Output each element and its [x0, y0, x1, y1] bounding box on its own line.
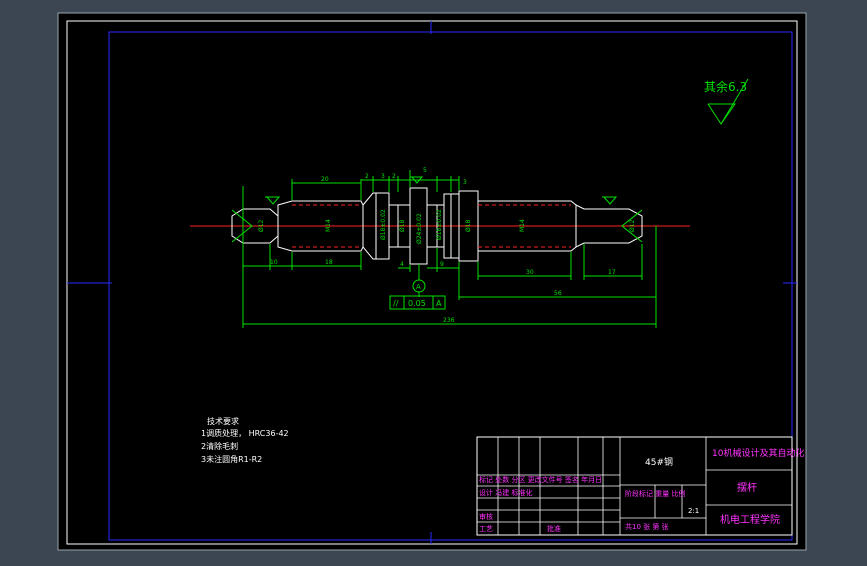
craft-label: 工艺	[479, 525, 493, 533]
tech-line-3: 3未注圆角R1-R2	[201, 454, 262, 464]
review-label: 审核	[479, 512, 493, 521]
dim-236: 236	[443, 317, 455, 324]
dim-10: 10	[270, 259, 278, 266]
dim-17: 17	[608, 269, 616, 276]
design-row: 设计 冯建 标准化	[479, 488, 532, 497]
dim-30: 30	[526, 269, 534, 276]
dim-5: 5	[423, 167, 427, 174]
course-title: 10机械设计及其自动化	[712, 447, 804, 459]
dia-right-end: Ø12	[629, 219, 636, 232]
datum-label: A	[416, 283, 421, 291]
stage-labels: 阶段标记 重量 比例	[625, 489, 685, 498]
sheets-label: 共10 张 第 张	[625, 522, 669, 531]
dia-m4: Ø18±0.02	[436, 209, 443, 240]
tech-line-1: 1调质处理， HRC36-42	[201, 428, 289, 438]
dim-3a: 3	[381, 173, 385, 180]
dim-4: 4	[400, 261, 404, 268]
part-name: 摆杆	[737, 481, 757, 494]
dia-m1: Ø18±0.02	[380, 209, 387, 240]
cad-viewport[interactable]: 其余6.3 20 2 3 2 5 3 10 18 4 9 30 17 56 23…	[0, 0, 867, 562]
dim-2b: 2	[392, 173, 396, 180]
dim-56: 56	[554, 290, 562, 297]
dia-m2: Ø18	[399, 219, 406, 232]
tolerance-symbol: //	[393, 299, 399, 308]
tolerance-value: 0.05	[408, 299, 426, 308]
dim-2a: 2	[365, 173, 369, 180]
tech-line-2: 2清除毛刺	[201, 441, 238, 451]
scale: 2:1	[688, 507, 699, 515]
dim-18: 18	[325, 259, 333, 266]
tech-title: 技术要求	[207, 416, 239, 426]
change-row: 标记 处数 分区 更改文件号 签名 年月日	[479, 475, 602, 484]
dim-9: 9	[440, 261, 444, 268]
dia-left-shaft: M14	[325, 219, 332, 232]
tolerance-datum: A	[436, 299, 442, 308]
school-name: 机电工程学院	[720, 513, 780, 526]
drawing-canvas: 其余6.3 20 2 3 2 5 3 10 18 4 9 30 17 56 23…	[57, 12, 807, 551]
dia-m5: Ø18	[465, 219, 472, 232]
material: 45#钢	[645, 456, 673, 468]
dia-m3: Ø24±0.02	[416, 213, 423, 244]
sheet-background	[57, 12, 807, 551]
dim-20: 20	[321, 176, 329, 183]
dia-left-end: Ø12	[258, 219, 265, 232]
dia-right-shaft: M14	[519, 219, 526, 232]
dim-3b: 3	[463, 179, 467, 186]
approve-label: 批准	[547, 524, 561, 533]
